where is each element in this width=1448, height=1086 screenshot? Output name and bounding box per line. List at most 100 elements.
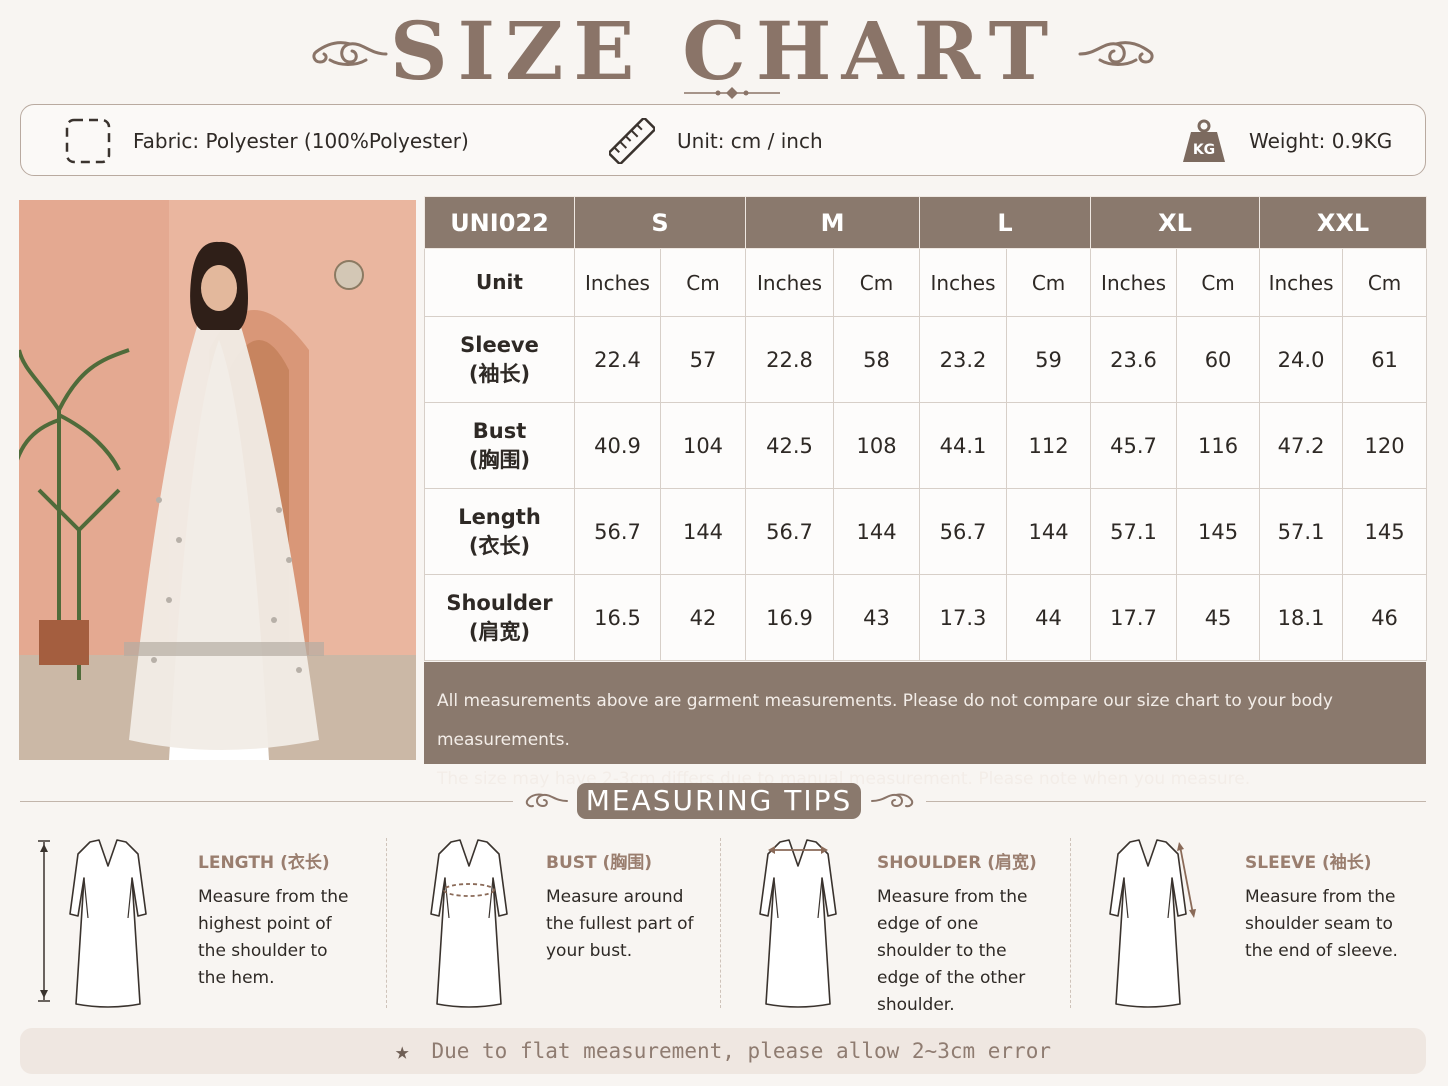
unit-cell: Cm xyxy=(1006,248,1092,317)
tip-title-length: LENGTH (衣长) xyxy=(198,853,330,873)
unit-cell: Inches xyxy=(574,248,661,317)
table-cell: 24.0 xyxy=(1259,316,1344,403)
table-cell: 47.2 xyxy=(1259,402,1344,489)
weight-icon-text: KG xyxy=(1193,142,1215,158)
row-label: Shoulder (肩宽) xyxy=(424,574,575,661)
tip-line: shoulder. xyxy=(877,995,955,1015)
tip-line: shoulder seam to xyxy=(1245,914,1393,934)
table-cell: 17.7 xyxy=(1090,574,1178,661)
size-header-s: S xyxy=(573,196,747,249)
footer-note: ★ Due to flat measurement, please allow … xyxy=(20,1028,1426,1074)
table-cell: 16.5 xyxy=(574,574,661,661)
tip-title-shoulder: SHOULDER (肩宽) xyxy=(877,853,1037,873)
table-cell: 112 xyxy=(1006,402,1092,489)
weight-info: KG Weight: 0.9KG xyxy=(1181,105,1392,177)
size-table: UNI022 S M L XL XXL Unit Inches Cm Inche… xyxy=(424,196,1428,661)
tip-line: shoulder to the xyxy=(877,941,1007,961)
table-cell: 42 xyxy=(659,574,747,661)
table-cell: 144 xyxy=(1006,488,1092,575)
row-label: Length (衣长) xyxy=(424,488,575,575)
tip-text-sleeve: Measure from the shoulder seam to the en… xyxy=(1245,884,1398,965)
unit-cell: Inches xyxy=(1090,248,1178,317)
divider-line xyxy=(926,801,1426,802)
unit-cell: Inches xyxy=(919,248,1008,317)
divider-line xyxy=(20,801,513,802)
table-cell: 116 xyxy=(1176,402,1261,489)
unit-cell: Cm xyxy=(659,248,747,317)
title-divider-icon xyxy=(684,87,780,99)
tip-line: the hem. xyxy=(198,968,275,988)
size-header-l: L xyxy=(919,196,1092,249)
fabric-icon xyxy=(65,118,111,164)
table-cell: 145 xyxy=(1342,488,1428,575)
row-label-en: Bust xyxy=(472,418,527,443)
row-label-cn: (胸围) xyxy=(468,447,531,472)
row-label-cn: (肩宽) xyxy=(468,619,531,644)
product-photo xyxy=(19,200,416,760)
right-ornament-icon xyxy=(1078,41,1154,66)
row-label: Sleeve (袖长) xyxy=(424,316,575,403)
size-header-m: M xyxy=(745,196,921,249)
table-cell: 60 xyxy=(1176,316,1261,403)
notice-line-1: All measurements above are garment measu… xyxy=(437,691,1333,750)
unit-cell: Inches xyxy=(1259,248,1344,317)
star-icon: ★ xyxy=(395,1037,410,1065)
tip-line: the end of sleeve. xyxy=(1245,941,1398,961)
table-cell: 108 xyxy=(833,402,921,489)
table-cell: 145 xyxy=(1176,488,1261,575)
tip-line: highest point of xyxy=(198,914,332,934)
weight-label: Weight: 0.9KG xyxy=(1249,129,1393,153)
table-cell: 23.2 xyxy=(919,316,1008,403)
footer-text: Due to flat measurement, please allow 2~… xyxy=(431,1039,1051,1063)
row-label-cn: (袖长) xyxy=(468,361,531,386)
tip-line: edge of one xyxy=(877,914,979,934)
unit-cell: Cm xyxy=(833,248,921,317)
page-title: SIZE CHART xyxy=(389,4,1059,98)
tip-text-shoulder: Measure from the edge of one shoulder to… xyxy=(877,884,1028,1019)
table-cell: 16.9 xyxy=(745,574,835,661)
table-cell: 44.1 xyxy=(919,402,1008,489)
product-code: UNI022 xyxy=(424,196,575,249)
weight-icon: KG xyxy=(1181,118,1227,164)
tip-text-length: Measure from the highest point of the sh… xyxy=(198,884,349,992)
length-arrow-icon xyxy=(38,840,50,1002)
ruler-icon xyxy=(609,118,655,164)
table-cell: 44 xyxy=(1006,574,1092,661)
table-cell: 144 xyxy=(659,488,747,575)
row-label-cn: (衣长) xyxy=(468,533,531,558)
table-cell: 17.3 xyxy=(919,574,1008,661)
fabric-info: Fabric: Polyester (100%Polyester) xyxy=(65,105,469,177)
size-header-xl: XL xyxy=(1090,196,1261,249)
tip-text-bust: Measure around the fullest part of your … xyxy=(546,884,694,965)
table-cell: 43 xyxy=(833,574,921,661)
fabric-label: Fabric: Polyester (100%Polyester) xyxy=(133,129,469,153)
length-dress-icon xyxy=(69,839,147,1008)
tip-line: your bust. xyxy=(546,941,633,961)
table-cell: 61 xyxy=(1342,316,1428,403)
table-cell: 56.7 xyxy=(574,488,661,575)
measuring-tips-heading: MEASURING TIPS xyxy=(577,783,861,819)
tip-title-bust: BUST (胸围) xyxy=(546,853,653,873)
table-cell: 22.8 xyxy=(745,316,835,403)
left-tips-ornament-icon xyxy=(525,793,568,808)
left-ornament-icon xyxy=(312,41,388,66)
table-cell: 22.4 xyxy=(574,316,661,403)
tip-line: edge of the other xyxy=(877,968,1026,988)
table-cell: 57.1 xyxy=(1090,488,1178,575)
table-cell: 56.7 xyxy=(745,488,835,575)
tip-line: Measure from the xyxy=(877,887,1028,907)
table-cell: 45 xyxy=(1176,574,1261,661)
table-cell: 18.1 xyxy=(1259,574,1344,661)
row-label-en: Length xyxy=(458,504,541,529)
tip-line: Measure from the xyxy=(198,887,349,907)
unit-row: Unit Inches Cm Inches Cm Inches Cm Inche… xyxy=(424,248,1428,317)
table-cell: 46 xyxy=(1342,574,1428,661)
tip-separator xyxy=(1070,838,1071,1008)
tip-line: Measure around xyxy=(546,887,684,907)
tip-separator xyxy=(720,838,721,1008)
table-cell: 56.7 xyxy=(919,488,1008,575)
table-cell: 40.9 xyxy=(574,402,661,489)
table-cell: 144 xyxy=(833,488,921,575)
tip-line: Measure from the xyxy=(1245,887,1396,907)
row-label-en: Shoulder xyxy=(446,590,553,615)
